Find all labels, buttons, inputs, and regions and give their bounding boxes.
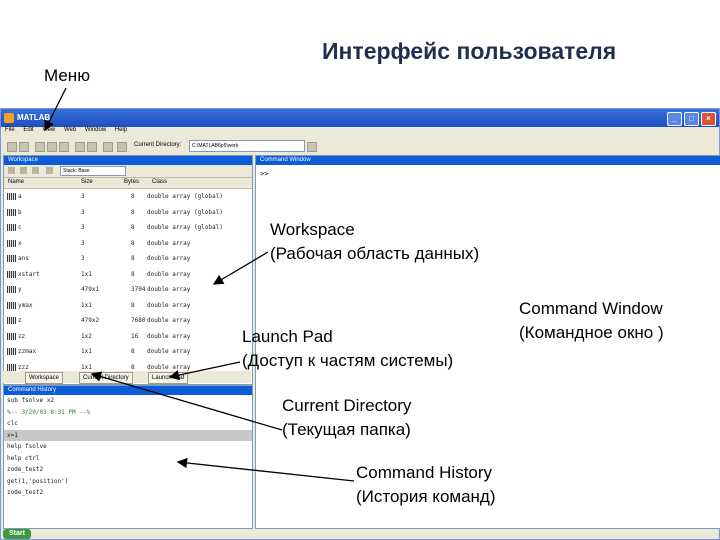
command-history-arrow <box>176 457 355 482</box>
annotation-arrows <box>44 87 355 482</box>
workspace-arrow <box>212 251 269 285</box>
menu-arrow <box>44 87 67 132</box>
current-directory-arrow <box>90 371 283 431</box>
launch-pad-arrow <box>168 361 241 381</box>
